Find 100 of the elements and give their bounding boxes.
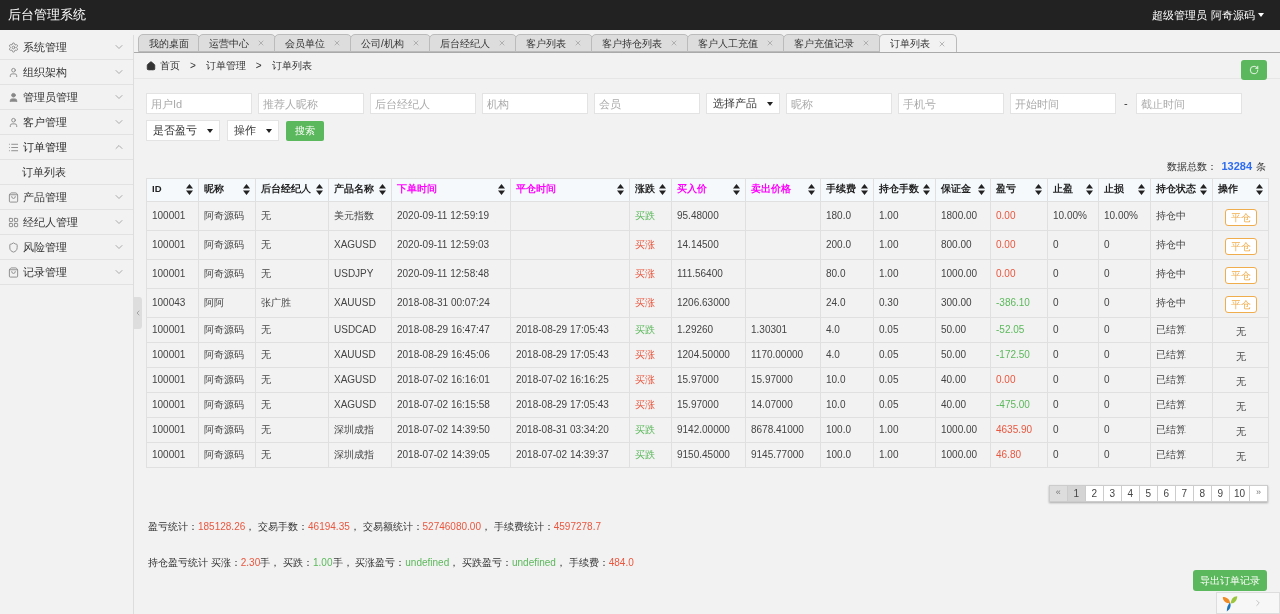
column-header[interactable]: 昵称 [198,178,256,201]
page-link[interactable]: 7 [1174,484,1194,502]
pagination-next[interactable]: » [1249,484,1268,502]
tab[interactable]: 订单列表 [878,34,957,52]
table-cell: 0 [1047,317,1099,342]
column-header[interactable]: 保证金 [935,178,991,201]
sidebar-item[interactable]: 产品管理 [0,185,133,210]
filter-select[interactable]: 是否盈亏 [146,120,220,141]
page-link[interactable]: 9 [1210,484,1230,502]
sort-icon[interactable] [617,184,624,195]
sidebar-item[interactable]: 风险管理 [0,235,133,260]
table-cell: 1.30301 [745,317,821,342]
sort-icon[interactable] [1086,184,1093,195]
table-cell: 9150.45000 [671,442,746,467]
table-cell: 2018-08-29 16:45:06 [391,342,511,367]
filter-field[interactable]: 手机号 [898,93,1004,114]
sort-icon[interactable] [1035,184,1042,195]
table-cell: 1.00 [873,442,936,467]
column-header[interactable]: 止损 [1098,178,1151,201]
filter-field[interactable]: 会员 [594,93,700,114]
page-link[interactable]: 5 [1138,484,1158,502]
page-link[interactable]: 4 [1120,484,1140,502]
tab[interactable]: 公司/机构 [350,34,431,52]
sort-icon[interactable] [316,184,323,195]
filter-field[interactable]: 用户Id [146,93,252,114]
sidebar-item[interactable]: 客户管理 [0,110,133,135]
table-cell: 1204.50000 [671,342,746,367]
sort-icon[interactable] [861,184,868,195]
sort-icon[interactable] [808,184,815,195]
tab[interactable]: 后台经纪人 [428,34,517,52]
filter-select[interactable]: 操作 [227,120,279,141]
column-header[interactable]: 止盈 [1047,178,1099,201]
table-cell: 40.00 [935,367,991,392]
sort-icon[interactable] [1138,184,1145,195]
sort-icon[interactable] [733,184,740,195]
table-cell: 阿阿 [198,288,256,317]
filter-field[interactable]: 昵称 [786,93,892,114]
page-link[interactable]: 6 [1156,484,1176,502]
filter-field[interactable]: 推荐人昵称 [258,93,364,114]
tab[interactable]: 客户充值记录 [782,34,881,52]
page-link[interactable]: 3 [1102,484,1122,502]
sidebar-item[interactable]: 组织架构 [0,60,133,85]
sidebar-subitem[interactable]: 订单列表 [0,160,133,185]
table-cell: 1800.00 [935,201,991,230]
table-cell: 买跌 [629,417,672,442]
sidebar-toggle[interactable] [134,297,142,329]
sidebar-item[interactable]: 经纪人管理 [0,210,133,235]
page-link[interactable]: 1 [1066,484,1086,502]
filter-field[interactable]: 后台经纪人 [370,93,476,114]
sort-icon[interactable] [1200,184,1207,195]
filter-field[interactable]: 开始时间 [1010,93,1116,114]
sort-icon[interactable] [659,184,666,195]
user-menu[interactable]: 阿奇源码 [1211,6,1264,24]
column-header[interactable]: 涨跌 [629,178,672,201]
table-cell: 阿奇源码 [198,417,256,442]
column-header[interactable]: 盈亏 [990,178,1048,201]
sort-icon[interactable] [186,184,193,195]
filter-field[interactable]: 截止时间 [1135,93,1242,114]
table-cell: 无 [1235,425,1246,437]
table-cell: 2018-07-02 16:16:01 [391,367,511,392]
table-cell: 深圳成指 [328,442,392,467]
sort-icon[interactable] [1256,184,1263,195]
tab[interactable]: 会员单位 [274,34,352,52]
column-header[interactable]: ID [146,178,199,201]
column-header[interactable]: 手续费 [820,178,874,201]
column-header[interactable]: 持仓状态 [1150,178,1213,201]
sidebar-item[interactable]: 系统管理 [0,35,133,60]
breadcrumb-link[interactable]: 首页 [146,58,180,73]
table-cell: 2018-07-02 14:39:50 [391,417,511,442]
table-cell: 0 [1047,392,1099,417]
pagination-prev[interactable]: « [1048,484,1068,502]
filter-field[interactable]: 机构 [482,93,588,114]
tab[interactable]: 客户持仓列表 [590,34,689,52]
tab[interactable]: 客户人工充值 [686,34,785,52]
column-header[interactable]: 产品名称 [328,178,392,201]
breadcrumb-link[interactable]: 订单管理 [205,58,246,73]
table-cell: 100001 [146,342,199,367]
page-link[interactable]: 2 [1084,484,1104,502]
page-link[interactable]: 10 [1228,484,1250,502]
sidebar-item[interactable]: 记录管理 [0,260,133,285]
column-header[interactable]: 持仓手数 [873,178,936,201]
tab[interactable]: 运营中心 [198,34,276,52]
table-cell: -172.50 [990,342,1048,367]
sort-icon[interactable] [379,184,386,195]
tab[interactable]: 客户列表 [514,34,593,52]
tab[interactable]: 我的桌面 [138,34,200,52]
breadcrumb-link[interactable]: 订单列表 [271,58,312,73]
table-cell: -475.00 [990,392,1048,417]
sort-icon[interactable] [498,184,505,195]
sort-icon[interactable] [243,184,250,195]
table-cell: 0 [1047,342,1099,367]
sort-icon[interactable] [923,184,930,195]
sidebar-item[interactable]: 管理员管理 [0,85,133,110]
column-header[interactable]: 操作 [1212,178,1269,201]
column-header[interactable]: 后台经纪人 [255,178,329,201]
filter-select[interactable]: 选择产品 [706,93,780,114]
sidebar-item[interactable]: 订单管理 [0,135,133,160]
page-link[interactable]: 8 [1192,484,1212,502]
sort-icon[interactable] [978,184,985,195]
table-cell: 100.0 [820,417,874,442]
